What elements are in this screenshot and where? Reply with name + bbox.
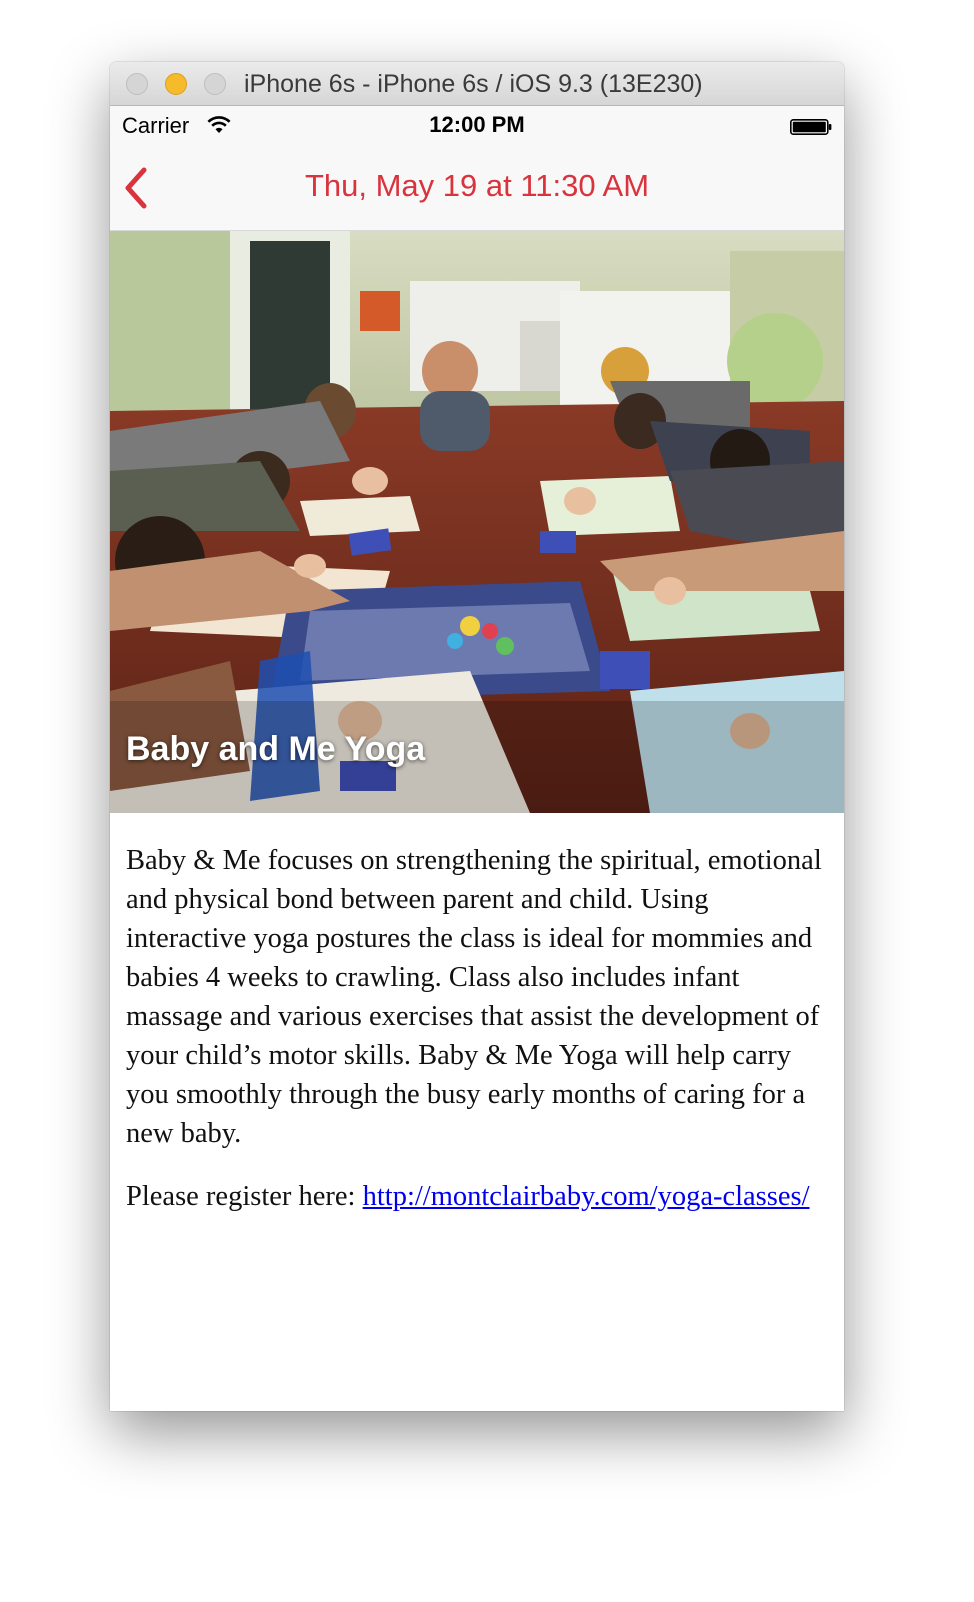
event-title: Baby and Me Yoga xyxy=(126,730,426,768)
event-date-title: Thu, May 19 at 11:30 AM xyxy=(304,168,650,203)
yoga-class-photo xyxy=(110,231,844,813)
simulator-window: iPhone 6s - iPhone 6s / iOS 9.3 (13E230)… xyxy=(110,62,844,1411)
navigation-bar: Thu, May 19 at 11:30 AM xyxy=(110,146,844,231)
battery-icon xyxy=(790,119,832,135)
close-window-button[interactable] xyxy=(126,73,148,95)
register-prefix: Please register here: xyxy=(126,1181,356,1212)
window-title: iPhone 6s - iPhone 6s / iOS 9.3 (13E230) xyxy=(244,70,703,98)
window-titlebar[interactable]: iPhone 6s - iPhone 6s / iOS 9.3 (13E230) xyxy=(110,62,844,106)
status-time: 12:00 PM xyxy=(429,112,525,137)
minimize-window-button[interactable] xyxy=(165,73,187,95)
event-description: Baby & Me focuses on strengthening the s… xyxy=(126,845,822,1149)
register-link[interactable]: http://montclairbaby.com/yoga-classes/ xyxy=(363,1181,810,1212)
status-bar: Carrier 12:00 PM xyxy=(110,106,844,146)
event-hero-image: Baby and Me Yoga xyxy=(110,231,844,813)
event-details: Baby & Me focuses on strengthening the s… xyxy=(126,841,826,1240)
zoom-window-button[interactable] xyxy=(204,73,226,95)
register-paragraph: Please register here: http://montclairba… xyxy=(126,1177,826,1216)
